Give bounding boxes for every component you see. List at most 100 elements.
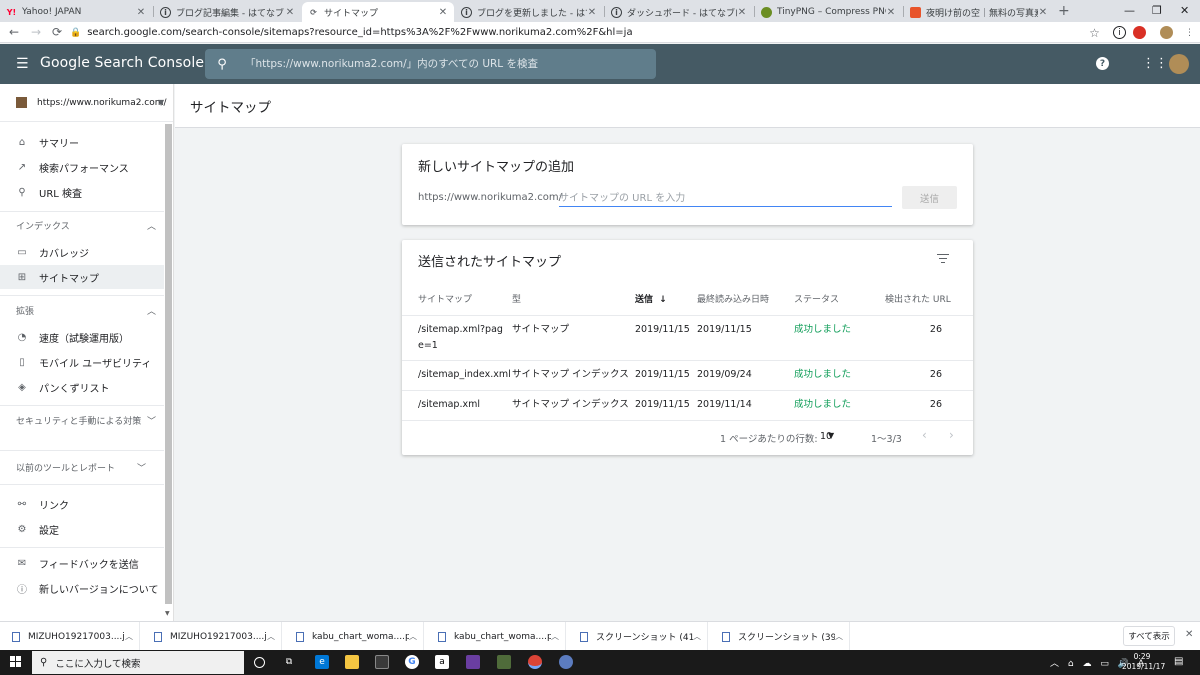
- section-enhancements-header[interactable]: 拡張 ︿: [16, 306, 156, 319]
- section-legacy-header[interactable]: 以前のツールとレポート ﹀: [16, 463, 156, 476]
- show-all-downloads-button[interactable]: すべて表示: [1123, 626, 1175, 646]
- section-security-header[interactable]: セキュリティと手動による対策 ﹀: [16, 416, 156, 429]
- close-icon[interactable]: ✕: [587, 7, 597, 18]
- cortana-icon[interactable]: [254, 657, 265, 668]
- download-item[interactable]: kabu_chart_woma....png ︿: [426, 622, 566, 651]
- minimize-icon[interactable]: —: [1124, 4, 1135, 17]
- tab-yahoo[interactable]: Y! Yahoo! JAPAN ✕: [0, 2, 152, 22]
- google-icon[interactable]: G: [405, 655, 419, 669]
- table-row[interactable]: /sitemap.xml サイトマップ インデックス 2019/11/15 20…: [402, 390, 973, 420]
- tab-tinypng[interactable]: TinyPNG – Compress PNG images ✕: [755, 2, 902, 22]
- download-item[interactable]: スクリーンショット (41).png ︿: [568, 622, 708, 651]
- sidebar-item-url-inspection[interactable]: ⚲ URL 検査: [0, 180, 164, 204]
- submit-button[interactable]: 送信: [902, 186, 957, 209]
- close-icon[interactable]: ✕: [886, 7, 896, 18]
- sidebar-item-feedback[interactable]: ✉ フィードバックを送信: [0, 551, 164, 575]
- url-inspect-input[interactable]: [239, 58, 656, 70]
- notification-center-icon[interactable]: ▤: [1174, 656, 1183, 667]
- extension-info-icon[interactable]: i: [1113, 26, 1126, 39]
- restore-icon[interactable]: ❐: [1152, 4, 1162, 17]
- sidebar-item-breadcrumbs[interactable]: ◈ パンくずリスト: [0, 375, 164, 399]
- account-avatar[interactable]: [1169, 54, 1189, 74]
- column-header-type[interactable]: 型: [512, 292, 521, 305]
- app-icon[interactable]: [466, 655, 480, 669]
- battery-icon[interactable]: ▭: [1100, 659, 1109, 669]
- taskbar-search[interactable]: ⚲ ここに入力して検索: [32, 651, 244, 674]
- download-item[interactable]: MIZUHO19217003....jpg ︿: [142, 622, 282, 651]
- close-icon[interactable]: ✕: [285, 7, 295, 18]
- chrome-icon[interactable]: [528, 655, 542, 669]
- tab-blog-edit[interactable]: i ブログ記事編集 - はてなブログ ✕: [154, 2, 301, 22]
- app-icon[interactable]: [559, 655, 573, 669]
- reload-icon[interactable]: ⟳: [52, 25, 62, 39]
- amazon-icon[interactable]: a: [435, 655, 449, 669]
- task-view-icon[interactable]: ⧉: [282, 655, 296, 669]
- back-icon[interactable]: ←: [9, 25, 19, 39]
- tray-expand-icon[interactable]: ︿: [1050, 659, 1059, 669]
- forward-icon[interactable]: →: [31, 25, 41, 39]
- sidebar-item-mobile-usability[interactable]: ▯ モバイル ユーザビリティ: [0, 350, 164, 374]
- close-icon[interactable]: ✕: [1185, 629, 1193, 640]
- browser-menu-icon[interactable]: ⋮: [1183, 26, 1196, 39]
- chevron-up-icon[interactable]: ︿: [551, 631, 565, 642]
- download-item[interactable]: kabu_chart_woma....png ︿: [284, 622, 424, 651]
- network-icon[interactable]: ⌂: [1068, 659, 1074, 669]
- close-icon[interactable]: ✕: [136, 7, 146, 18]
- close-icon[interactable]: ✕: [1038, 7, 1048, 18]
- tab-dashboard[interactable]: i ダッシュボード - はてなブログ ✕: [605, 2, 753, 22]
- table-row[interactable]: /sitemap.xml?page=1 サイトマップ 2019/11/15 20…: [402, 315, 973, 360]
- chevron-up-icon[interactable]: ︿: [693, 631, 707, 642]
- file-explorer-icon[interactable]: [345, 655, 359, 669]
- tab-photo[interactable]: 夜明け前の空｜無料の写真素材は ✕: [904, 2, 1054, 22]
- next-page-icon[interactable]: ›: [949, 428, 954, 442]
- sidebar-item-performance[interactable]: ↗ 検索パフォーマンス: [0, 155, 164, 179]
- property-selector[interactable]: https://www.norikuma2.com/ ▼: [0, 84, 173, 122]
- app-icon[interactable]: [497, 655, 511, 669]
- sidebar-scrollbar[interactable]: [165, 124, 172, 604]
- sidebar-item-sitemap[interactable]: ⊞ サイトマップ: [0, 265, 164, 289]
- sidebar-item-summary[interactable]: ⌂ サマリー: [0, 130, 164, 154]
- apps-grid-icon[interactable]: ⋮⋮: [1142, 56, 1168, 71]
- edge-icon[interactable]: e: [315, 655, 329, 669]
- prev-page-icon[interactable]: ‹: [922, 428, 927, 442]
- sitemap-url-input[interactable]: [559, 190, 892, 207]
- extension-red-icon[interactable]: [1133, 26, 1146, 39]
- column-header-last-read[interactable]: 最終読み込み日時: [697, 292, 769, 305]
- new-tab-button[interactable]: +: [1058, 3, 1070, 19]
- sidebar-item-speed[interactable]: ◔ 速度（試験運用版）: [0, 325, 164, 349]
- bookmark-star-icon[interactable]: ☆: [1088, 26, 1101, 40]
- chevron-up-icon[interactable]: ︿: [125, 631, 139, 642]
- store-icon[interactable]: [375, 655, 389, 669]
- hamburger-menu-icon[interactable]: ☰: [16, 56, 29, 72]
- sidebar-item-new-version[interactable]: ⓘ 新しいバージョンについて: [0, 576, 164, 600]
- scroll-down-icon[interactable]: ▼: [165, 610, 170, 617]
- chevron-up-icon[interactable]: ︿: [835, 631, 849, 642]
- section-index-header[interactable]: インデックス ︿: [16, 221, 156, 234]
- sidebar-item-coverage[interactable]: ▭ カバレッジ: [0, 240, 164, 264]
- filter-icon[interactable]: [936, 251, 950, 266]
- chevron-up-icon[interactable]: ︿: [409, 631, 423, 642]
- download-item[interactable]: スクリーンショット (39).png ︿: [710, 622, 850, 651]
- close-icon[interactable]: ✕: [438, 7, 448, 18]
- close-icon[interactable]: ✕: [737, 7, 747, 18]
- tab-blog-updated[interactable]: i ブログを更新しました - はてなブログ ✕: [455, 2, 603, 22]
- help-icon[interactable]: ?: [1096, 57, 1109, 70]
- table-row[interactable]: /sitemap_index.xml サイトマップ インデックス 2019/11…: [402, 360, 973, 390]
- url-inspect-search[interactable]: ⚲: [205, 49, 656, 79]
- column-header-submitted[interactable]: 送信 ↓: [635, 292, 667, 305]
- column-header-sitemap[interactable]: サイトマップ: [418, 292, 472, 305]
- taskbar-clock[interactable]: 0:29 2019/11/17: [1122, 652, 1165, 672]
- sidebar-item-links[interactable]: ⚯ リンク: [0, 492, 164, 516]
- chevron-up-icon[interactable]: ︿: [267, 631, 281, 642]
- omnibox[interactable]: 🔒 search.google.com/search-console/sitem…: [70, 24, 1080, 41]
- cloud-icon[interactable]: ☁: [1082, 659, 1091, 669]
- column-header-status[interactable]: ステータス: [794, 292, 839, 305]
- sidebar-item-settings[interactable]: ⚙ 設定: [0, 517, 164, 541]
- column-header-urls[interactable]: 検出された URL: [885, 292, 951, 305]
- profile-avatar-icon[interactable]: [1160, 26, 1173, 39]
- windows-start-icon[interactable]: [10, 656, 22, 668]
- gsc-logo[interactable]: Google Search Console: [40, 55, 204, 71]
- download-item[interactable]: MIZUHO19217003....jpg ︿: [0, 622, 140, 651]
- window-close-icon[interactable]: ✕: [1180, 4, 1189, 17]
- tab-sitemap[interactable]: ⟳ サイトマップ ✕: [302, 2, 454, 22]
